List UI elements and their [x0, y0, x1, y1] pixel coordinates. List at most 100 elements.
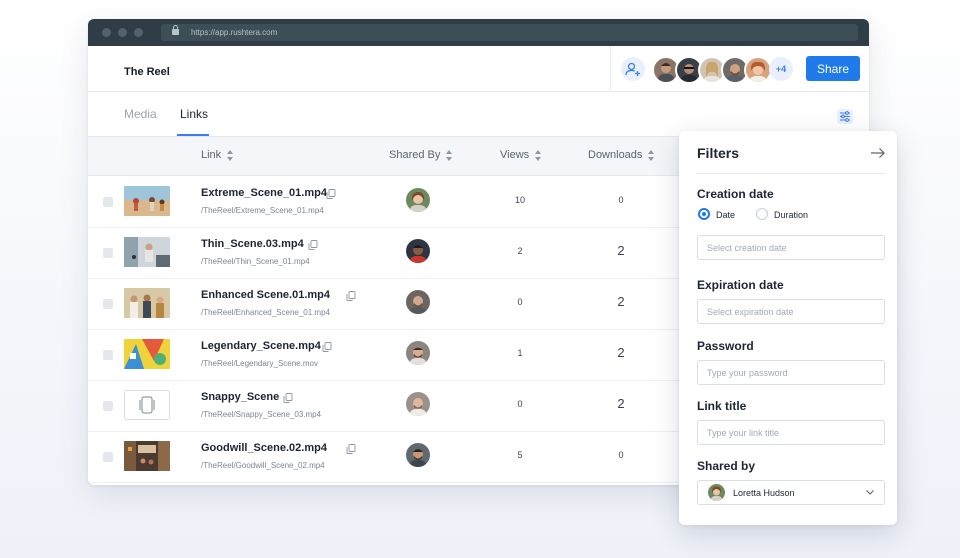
column-header-views[interactable]: Views — [500, 149, 542, 161]
downloads-count: 2 — [617, 243, 625, 258]
shared-by-avatar-icon — [410, 192, 426, 212]
more-collaborators-badge[interactable]: +4 — [769, 57, 793, 81]
video-thumbnail-placeholder[interactable] — [124, 390, 170, 420]
filters-title: Filters — [697, 145, 740, 161]
views-count: 2 — [517, 246, 523, 256]
add-user-icon — [625, 62, 640, 76]
shared-by-label: Shared by — [697, 459, 756, 473]
views-count: 0 — [517, 399, 523, 409]
password-field[interactable] — [697, 360, 885, 385]
link-title-field[interactable] — [697, 420, 885, 445]
browser-titlebar: https://app.rushtera.com — [88, 19, 869, 46]
avatar — [406, 290, 430, 314]
avatar — [708, 484, 725, 501]
copy-icon[interactable] — [322, 342, 332, 352]
window-maximize-dot[interactable] — [134, 28, 143, 37]
selected-user-avatar-icon — [711, 486, 722, 501]
downloads-count: 0 — [618, 195, 624, 205]
row-checkbox[interactable] — [103, 452, 113, 462]
copy-icon[interactable] — [346, 444, 356, 454]
address-url: https://app.rushtera.com — [191, 28, 278, 37]
copy-icon[interactable] — [283, 393, 293, 403]
row-checkbox[interactable] — [103, 401, 113, 411]
filter-toggle-button[interactable] — [837, 109, 853, 124]
group-scene-thumbnail-icon — [124, 288, 170, 318]
mural-scene-thumbnail-icon — [124, 339, 170, 369]
share-button[interactable]: Share — [806, 56, 860, 81]
avatar — [406, 392, 430, 416]
column-header-downloads[interactable]: Downloads — [588, 149, 655, 161]
video-thumbnail[interactable] — [124, 237, 170, 267]
filters-panel: Filters Creation date Date Duration Expi… — [679, 131, 897, 525]
sliders-icon — [840, 111, 850, 122]
shared-by-select[interactable]: Loretta Hudson — [697, 480, 885, 505]
row-checkbox[interactable] — [103, 197, 113, 207]
app-header: The Reel +4 Share — [88, 46, 869, 92]
shared-by-avatar-icon — [410, 347, 426, 365]
link-name[interactable]: Snappy_Scene — [201, 391, 279, 403]
link-name[interactable]: Thin_Scene.03.mp4 — [201, 238, 304, 250]
sort-icon[interactable] — [535, 149, 542, 161]
copy-icon[interactable] — [346, 291, 356, 301]
radio-date[interactable] — [698, 208, 710, 220]
link-path: /TheReel/Enhanced_Scene_01.mp4 — [201, 308, 330, 317]
shared-by-avatar-icon — [410, 296, 426, 314]
film-icon — [139, 396, 155, 414]
filters-divider — [697, 173, 885, 174]
row-checkbox[interactable] — [103, 299, 113, 309]
radio-date-label[interactable]: Date — [716, 210, 735, 220]
link-name[interactable]: Enhanced Scene.01.mp4 — [201, 289, 330, 301]
views-count: 1 — [517, 348, 523, 358]
sort-icon[interactable] — [648, 149, 655, 161]
views-count: 0 — [517, 297, 523, 307]
copy-icon[interactable] — [326, 189, 336, 199]
avatar — [406, 341, 430, 365]
header-divider — [610, 46, 611, 90]
active-tab-indicator — [177, 134, 209, 136]
row-checkbox[interactable] — [103, 350, 113, 360]
address-bar[interactable]: https://app.rushtera.com — [161, 24, 858, 41]
arrow-right-icon[interactable] — [870, 147, 886, 159]
column-header-label: Downloads — [588, 149, 643, 161]
column-header-label: Link — [201, 149, 222, 161]
link-path: /TheReel/Snappy_Scene_03.mp4 — [201, 410, 322, 419]
radio-duration[interactable] — [756, 208, 768, 220]
avatar — [406, 188, 430, 212]
link-title-label: Link title — [697, 399, 747, 413]
link-path: /TheReel/Legendary_Scene.mov — [201, 359, 318, 368]
downloads-count: 2 — [617, 294, 625, 309]
tab-media[interactable]: Media — [124, 107, 157, 121]
beach-scene-thumbnail-icon — [124, 186, 170, 216]
creation-date-field[interactable] — [697, 235, 885, 260]
video-thumbnail[interactable] — [124, 339, 170, 369]
street-scene-thumbnail-icon — [124, 237, 170, 267]
downloads-count: 0 — [618, 450, 624, 460]
add-user-button[interactable] — [621, 57, 645, 81]
sort-icon[interactable] — [446, 149, 453, 161]
column-header-link[interactable]: Link — [201, 149, 234, 161]
video-thumbnail[interactable] — [124, 288, 170, 318]
link-name[interactable]: Legendary_Scene.mp4 — [201, 340, 321, 352]
avatar[interactable] — [744, 56, 772, 84]
views-count: 10 — [515, 195, 526, 205]
video-thumbnail[interactable] — [124, 441, 170, 471]
link-name[interactable]: Goodwill_Scene.02.mp4 — [201, 442, 327, 454]
copy-icon[interactable] — [308, 240, 318, 250]
window-close-dot[interactable] — [102, 28, 111, 37]
link-name[interactable]: Extreme_Scene_01.mp4 — [201, 187, 327, 199]
expiration-date-field[interactable] — [697, 299, 885, 324]
avatar — [406, 443, 430, 467]
column-header-label: Views — [500, 149, 530, 161]
window-minimize-dot[interactable] — [118, 28, 127, 37]
city-scene-thumbnail-icon — [124, 441, 170, 471]
video-thumbnail[interactable] — [124, 186, 170, 216]
column-header-shared-by[interactable]: Shared By — [389, 149, 453, 161]
row-checkbox[interactable] — [103, 248, 113, 258]
radio-duration-label[interactable]: Duration — [774, 210, 808, 220]
tab-links[interactable]: Links — [180, 107, 208, 121]
lock-icon — [172, 25, 179, 35]
shared-by-value: Loretta Hudson — [733, 488, 795, 498]
column-header-label: Shared By — [389, 149, 441, 161]
sort-icon[interactable] — [227, 149, 234, 161]
avatar-5-icon — [750, 61, 766, 82]
